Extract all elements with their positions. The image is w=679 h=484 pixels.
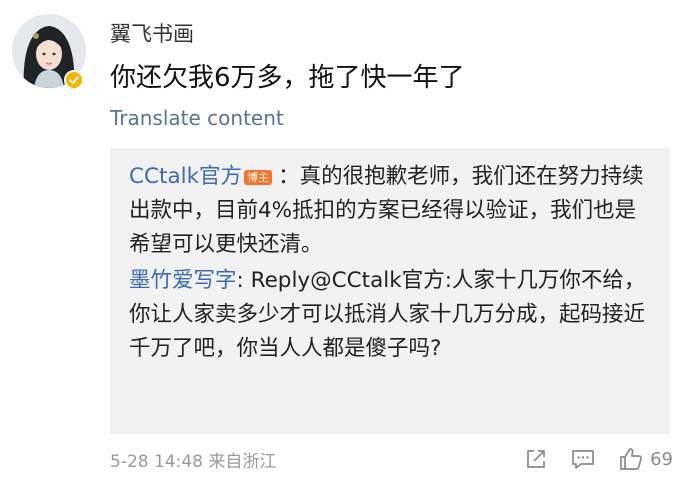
reply-author[interactable]: CCtalk官方: [129, 164, 242, 189]
reply-author[interactable]: 墨竹爱写字: [129, 268, 237, 293]
reply-item: CCtalk官方 博主 ：真的很抱歉老师，我们还在努力持续出款中，目前4%抵扣的方案…: [129, 160, 654, 262]
like-button[interactable]: 69: [618, 446, 673, 472]
share-button[interactable]: [524, 447, 548, 471]
reply-button[interactable]: [570, 447, 596, 471]
translate-link[interactable]: Translate content: [110, 104, 284, 132]
comment-actions: 69: [502, 446, 673, 472]
share-icon: [524, 447, 548, 471]
replies-box[interactable]: CCtalk官方 博主 ：真的很抱歉老师，我们还在努力持续出款中，目前4%抵扣的方案…: [110, 148, 670, 434]
comment-text: 你还欠我6万多，拖了快一年了: [110, 63, 465, 93]
reply-separator: ：: [278, 164, 300, 189]
thumbs-up-icon: [618, 446, 644, 472]
comment-timestamp: 5-28 14:48 来自浙江: [110, 452, 277, 472]
reply-item: 墨竹爱写字: Reply@CCtalk官方:人家十几万你不给，你让人家卖多少才可…: [129, 264, 654, 366]
comment-icon: [570, 447, 596, 471]
author-badge: 博主: [244, 170, 273, 185]
comment-author[interactable]: 翼飞书画: [110, 20, 194, 48]
like-count: 69: [650, 448, 673, 470]
reply-separator: :: [236, 268, 251, 293]
verified-badge-icon: [64, 70, 84, 90]
comment-card: 翼飞书画 你还欠我6万多，拖了快一年了 Translate content CC…: [0, 0, 679, 484]
